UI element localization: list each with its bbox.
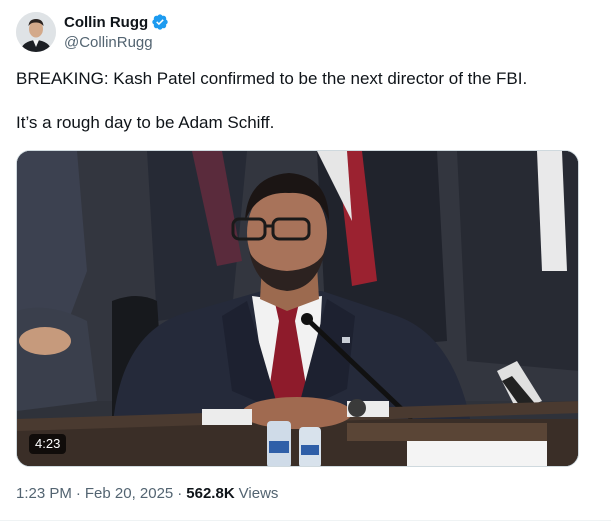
views-count: 562.8K (186, 485, 235, 502)
meta-separator: · (75, 485, 81, 502)
tweet-time[interactable]: 1:23 PM (16, 485, 72, 502)
video-duration-badge: 4:23 (29, 434, 67, 454)
author-display-name[interactable]: Collin Rugg (64, 14, 148, 31)
tweet-paragraph-1: BREAKING: Kash Patel confirmed to be the… (16, 69, 528, 88)
meta-separator: · (177, 485, 183, 502)
tweet-text: BREAKING: Kash Patel confirmed to be the… (16, 68, 586, 134)
author-name-row: Collin Rugg (64, 13, 169, 31)
author-handle[interactable]: @CollinRugg (64, 34, 153, 51)
views-label: Views (238, 485, 279, 502)
tweet-metadata: 1:23 PM · Feb 20, 2025 · 562.8K Views (16, 485, 278, 502)
tweet-card: Collin Rugg @CollinRugg BREAKING: Kash P… (0, 0, 611, 521)
video-thumbnail (17, 151, 578, 466)
avatar-image (16, 12, 56, 52)
video-player[interactable] (16, 150, 579, 467)
verified-badge-icon (151, 13, 169, 31)
tweet-date[interactable]: Feb 20, 2025 (85, 485, 173, 502)
tweet-paragraph-2: It’s a rough day to be Adam Schiff. (16, 113, 275, 132)
author-avatar[interactable] (16, 12, 56, 52)
